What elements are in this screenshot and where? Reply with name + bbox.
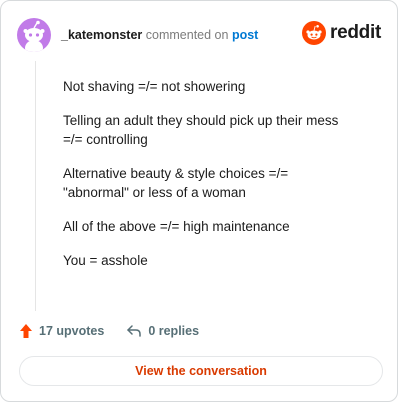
snoo-avatar-icon <box>23 20 45 52</box>
comment-body: Not shaving =/= not showering Telling an… <box>63 77 383 285</box>
upvote-arrow-icon <box>20 324 32 338</box>
comment-paragraph: Not shaving =/= not showering <box>63 79 246 94</box>
reddit-logo[interactable]: reddit <box>302 21 381 45</box>
comment-paragraph: You = asshole <box>63 253 148 268</box>
view-conversation-button[interactable]: View the conversation <box>19 356 383 386</box>
comment-paragraph: Alternative beauty & style choices =/= "… <box>63 166 289 200</box>
thread-line <box>35 61 36 311</box>
comment-embed-card: _katemonster commented on post reddit No… <box>0 0 398 402</box>
comment-meta: _katemonster commented on post <box>61 28 258 42</box>
comment-paragraph: Telling an adult they should pick up the… <box>63 113 339 147</box>
reddit-wordmark: reddit <box>330 22 381 43</box>
comment-header: _katemonster commented on post reddit <box>17 17 381 53</box>
action-text: commented on <box>145 28 229 42</box>
replies-button[interactable]: 0 replies <box>126 324 199 338</box>
post-link[interactable]: post <box>232 28 258 42</box>
reply-arrow-icon <box>127 325 142 337</box>
reply-count: 0 replies <box>148 324 200 338</box>
reddit-logo-icon <box>302 21 327 45</box>
comment-paragraph: All of the above =/= high maintenance <box>63 219 290 234</box>
user-avatar[interactable] <box>17 18 51 52</box>
comment-actions: 17 upvotes 0 replies <box>19 323 221 339</box>
username-link[interactable]: _katemonster <box>61 28 142 42</box>
upvote-count: 17 upvotes <box>39 324 105 338</box>
upvote-button[interactable]: 17 upvotes <box>19 323 104 339</box>
